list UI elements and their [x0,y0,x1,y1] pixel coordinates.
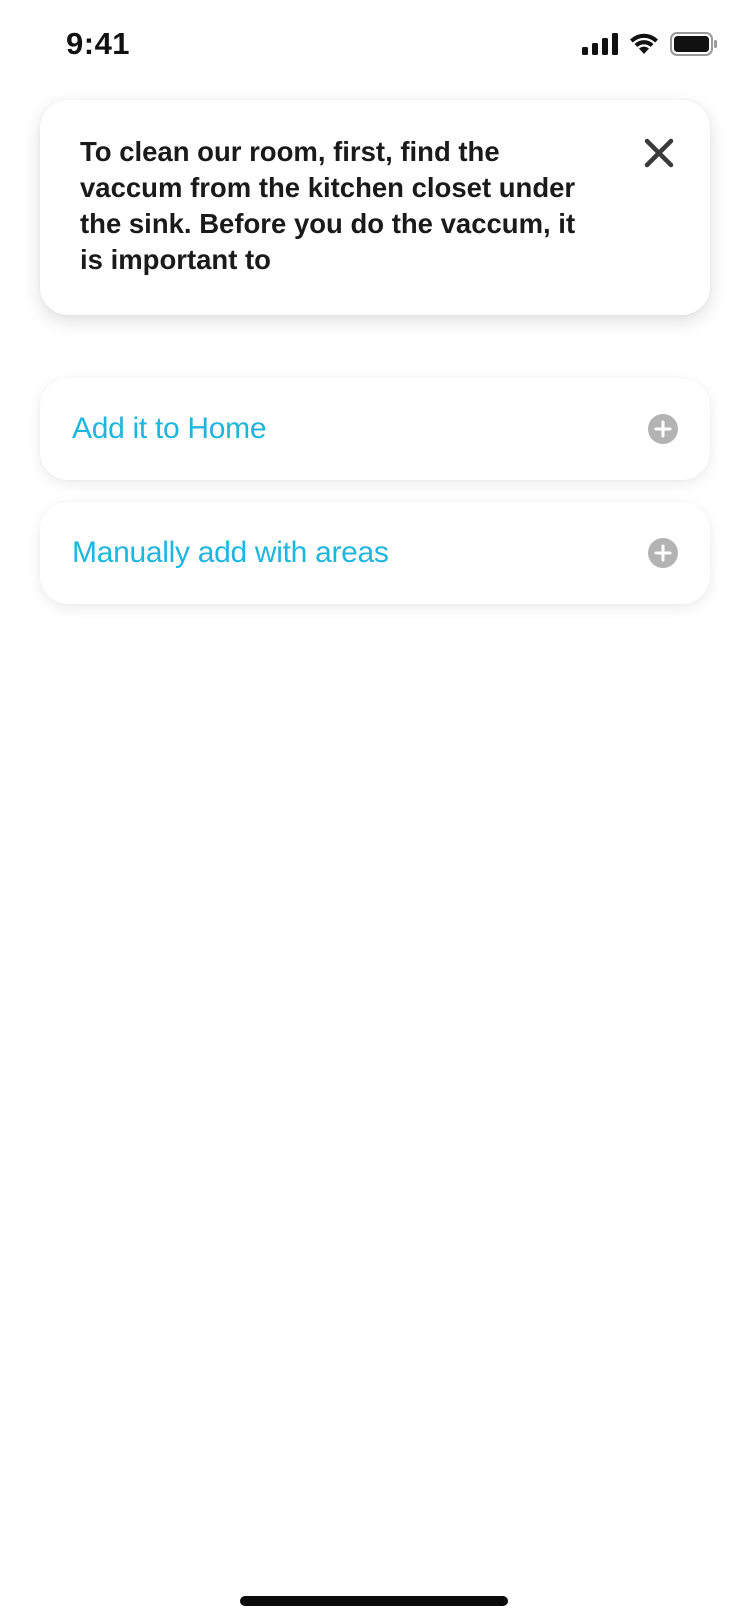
note-text: To clean our room, first, find the vaccu… [80,136,576,275]
plus-circle-icon[interactable] [648,538,678,568]
note-card: To clean our room, first, find the vaccu… [40,100,710,315]
status-time: 9:41 [66,26,131,61]
status-bar: 9:41 [0,0,750,90]
manually-add-with-areas-button[interactable]: Manually add with areas [40,502,710,604]
option-label: Manually add with areas [72,536,389,569]
status-icons [582,32,718,56]
wifi-icon [630,33,658,54]
close-button[interactable] [642,136,676,170]
option-label: Add it to Home [72,412,267,445]
add-to-home-button[interactable]: Add it to Home [40,378,710,480]
close-icon[interactable] [642,136,676,170]
home-indicator[interactable] [240,1596,508,1606]
cellular-signal-icon [582,33,618,55]
battery-icon [670,32,717,56]
plus-circle-icon[interactable] [648,414,678,444]
